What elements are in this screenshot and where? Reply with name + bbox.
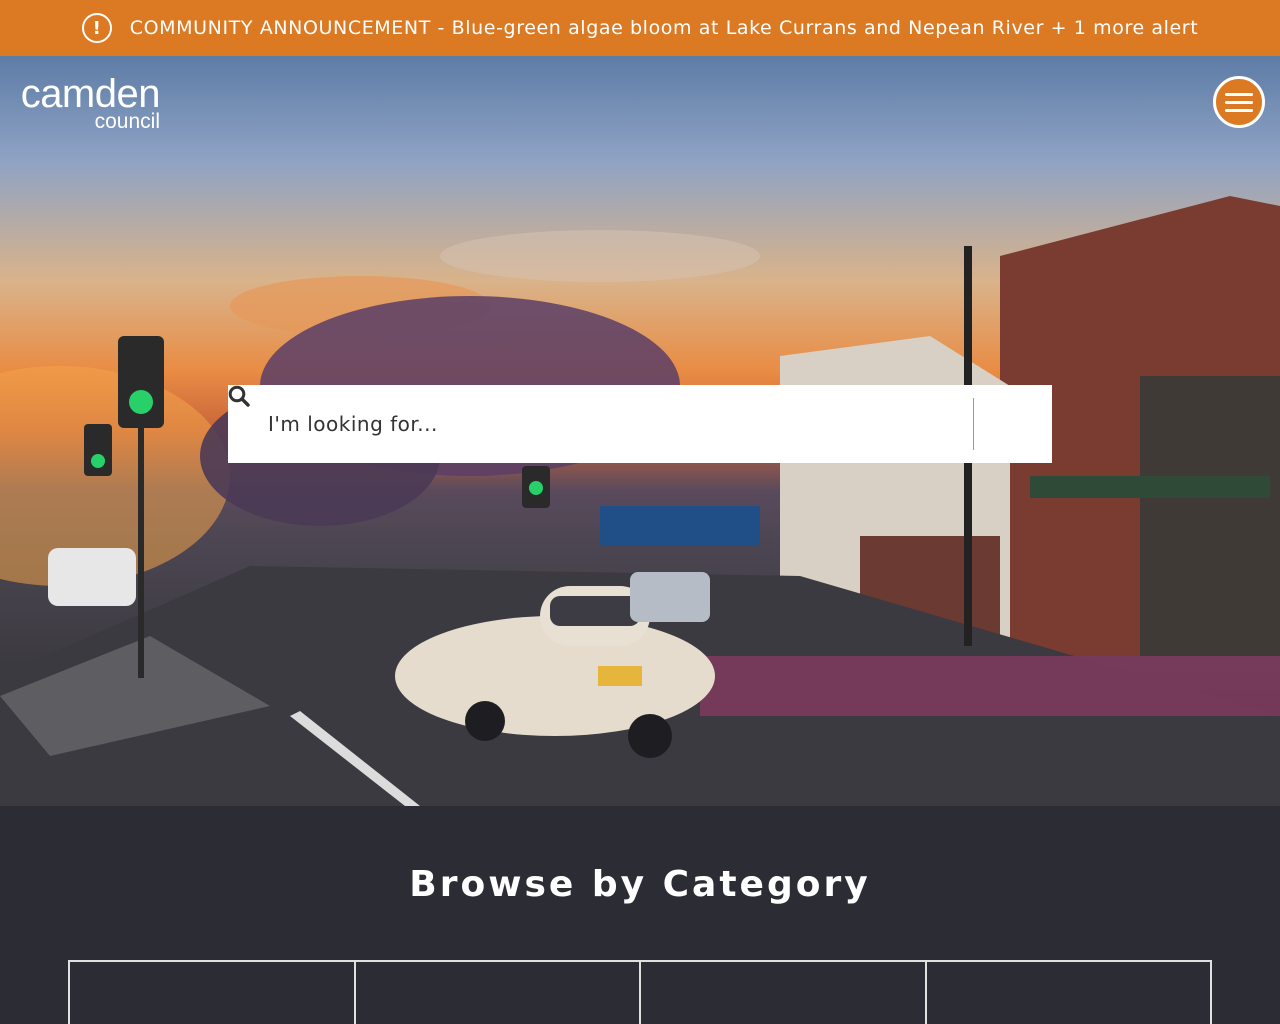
exclamation-circle-icon: ! [81, 13, 112, 43]
menu-bar [1225, 108, 1253, 112]
menu-bar [1225, 92, 1253, 96]
logo-wordmark: camden [20, 72, 161, 116]
category-tile[interactable] [356, 962, 641, 1024]
category-icon [965, 1012, 1013, 1024]
category-tile[interactable] [927, 962, 1211, 1024]
search-icon [228, 385, 250, 407]
hero-banner: camden council [0, 56, 1280, 806]
search-input[interactable] [228, 385, 973, 463]
camden-council-logo[interactable]: camden council [20, 72, 161, 132]
menu-bar [1225, 100, 1253, 104]
hamburger-menu-icon[interactable] [1213, 76, 1265, 128]
community-announcement-bar[interactable]: ! COMMUNITY ANNOUNCEMENT - Blue-green al… [0, 0, 1280, 56]
search-button[interactable] [228, 385, 1052, 463]
browse-by-category-heading: Browse by Category [409, 864, 871, 905]
category-tile[interactable] [70, 962, 356, 1024]
announcement-text[interactable]: COMMUNITY ANNOUNCEMENT - Blue-green alga… [130, 17, 1199, 39]
search-bar [228, 385, 1052, 463]
category-grid [68, 960, 1212, 1024]
category-tile[interactable] [641, 962, 927, 1024]
